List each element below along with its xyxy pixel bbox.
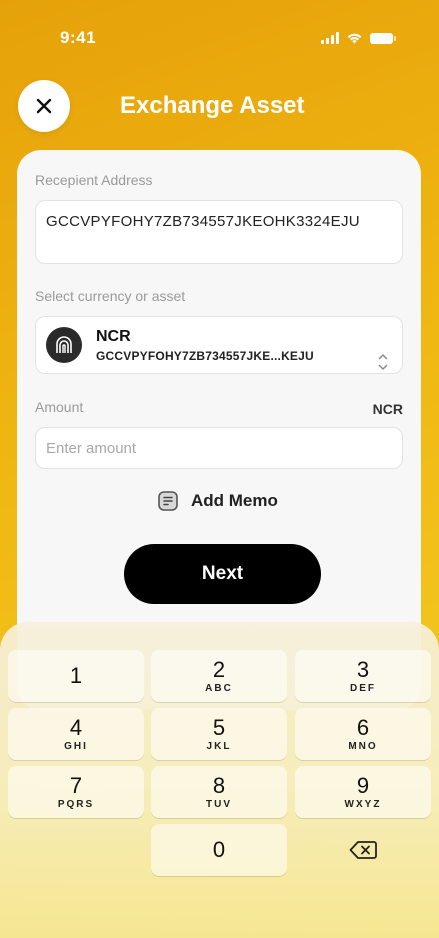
key-digit: 0 — [212, 837, 226, 862]
key-letters: GHI — [64, 741, 88, 752]
status-bar: 9:41 — [0, 0, 439, 76]
close-button[interactable] — [18, 80, 70, 132]
add-memo-label: Add Memo — [191, 491, 278, 510]
key-digit: 7 — [69, 773, 83, 798]
key-digit: 8 — [212, 773, 226, 798]
status-time: 9:41 — [60, 28, 97, 47]
key-digit: 5 — [212, 715, 226, 740]
status-icons — [321, 32, 396, 44]
currency-select-label: Select currency or asset — [35, 288, 186, 304]
recipient-address-field[interactable]: GCCVPYFOHY7ZB734557JKEOHK3324EJU — [35, 200, 403, 264]
delete-key[interactable] — [295, 824, 431, 876]
selected-asset: NCR GCCVPYFOHY7ZB734557JKE...KEJU — [36, 317, 402, 373]
currency-select[interactable]: NCR GCCVPYFOHY7ZB734557JKE...KEJU — [35, 316, 403, 374]
key-digit: 6 — [356, 715, 370, 740]
wifi-icon — [347, 33, 362, 44]
amount-input[interactable] — [35, 427, 403, 469]
key-3[interactable]: 3 DEF — [295, 650, 431, 702]
amount-label: Amount — [35, 399, 84, 415]
key-letters: ABC — [205, 683, 233, 694]
page-title: Exchange Asset — [120, 92, 305, 119]
key-1[interactable]: 1 — [8, 650, 144, 702]
asset-address: GCCVPYFOHY7ZB734557JKE...KEJU — [96, 348, 314, 363]
key-letters: MNO — [348, 741, 378, 752]
numeric-keypad: 1 2 ABC 3 DEF 4 GHI 5 JKL 6 MNO 7 PQRS 8… — [0, 622, 439, 938]
key-6[interactable]: 6 MNO — [295, 708, 431, 760]
recipient-address-value: GCCVPYFOHY7ZB734557JKEOHK3324EJU — [46, 213, 360, 230]
key-digit: 2 — [212, 657, 226, 682]
key-letters: DEF — [350, 683, 376, 694]
asset-name: NCR — [96, 327, 131, 345]
asset-logo-icon — [46, 327, 82, 363]
key-7[interactable]: 7 PQRS — [8, 766, 144, 818]
key-5[interactable]: 5 JKL — [151, 708, 287, 760]
recipient-address-label: Recepient Address — [35, 172, 153, 188]
cellular-signal-icon — [321, 32, 339, 44]
chevron-up-down-icon — [378, 354, 388, 370]
key-9[interactable]: 9 WXYZ — [295, 766, 431, 818]
key-letters: TUV — [206, 799, 232, 810]
key-0[interactable]: 0 — [151, 824, 287, 876]
key-digit: 9 — [356, 773, 370, 798]
key-2[interactable]: 2 ABC — [151, 650, 287, 702]
battery-icon — [370, 32, 396, 44]
backspace-icon — [349, 841, 377, 859]
add-memo-button[interactable]: Add Memo — [157, 490, 278, 512]
close-icon — [36, 98, 52, 114]
key-letters: WXYZ — [344, 799, 382, 810]
memo-icon — [158, 491, 178, 511]
asset-info: NCR GCCVPYFOHY7ZB734557JKE...KEJU — [96, 328, 314, 363]
amount-unit: NCR — [372, 401, 403, 417]
next-button[interactable]: Next — [124, 544, 321, 604]
key-8[interactable]: 8 TUV — [151, 766, 287, 818]
key-letters: JKL — [206, 741, 232, 752]
key-digit: 1 — [69, 663, 83, 688]
key-digit: 3 — [356, 657, 370, 682]
key-digit: 4 — [69, 715, 83, 740]
key-letters: PQRS — [57, 799, 95, 810]
key-4[interactable]: 4 GHI — [8, 708, 144, 760]
header: Exchange Asset — [0, 80, 439, 132]
